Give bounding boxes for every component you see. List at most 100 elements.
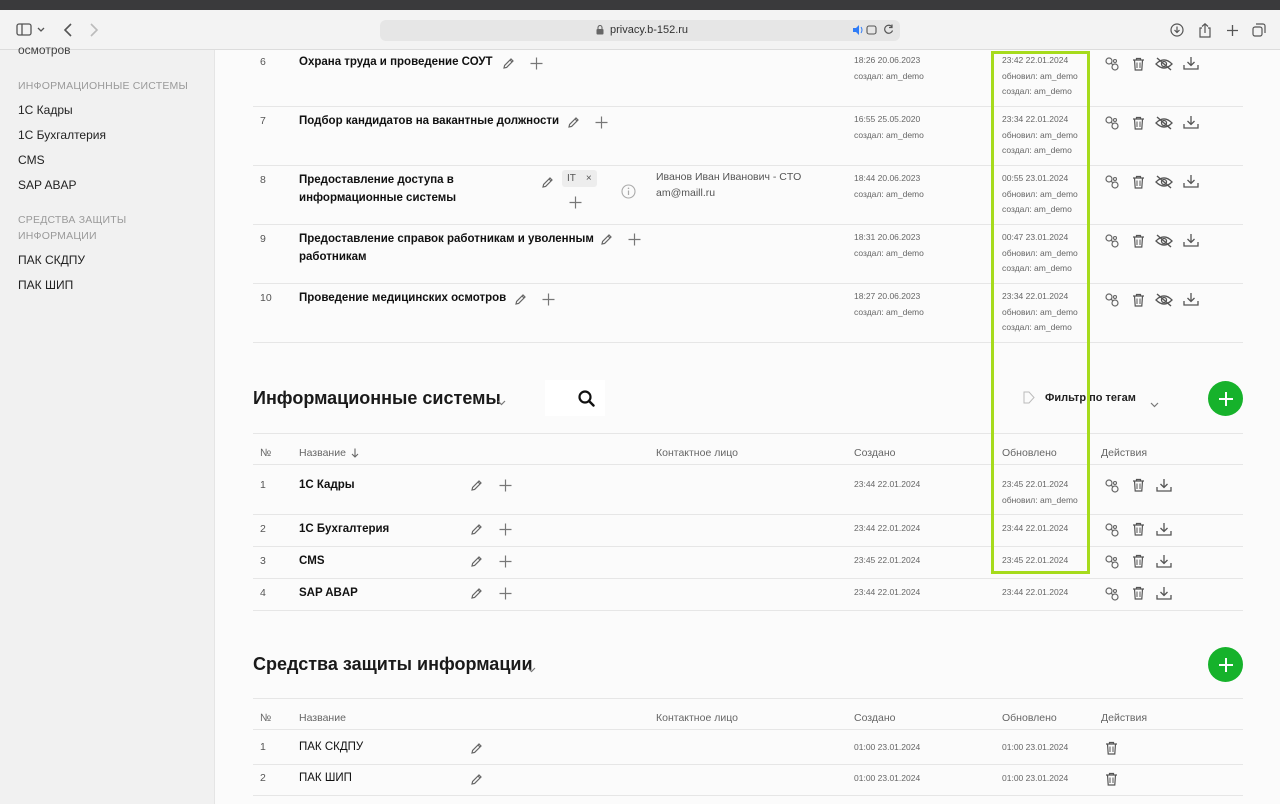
sidebar-item-cut[interactable]: осмотров: [18, 43, 71, 57]
row-name[interactable]: 1С Кадры: [299, 476, 355, 494]
download-icon[interactable]: [1183, 291, 1199, 307]
edit-icon[interactable]: [565, 114, 581, 130]
sidebar-section-szi-line1: СРЕДСТВА ЗАЩИТЫ: [18, 214, 127, 226]
link-icon[interactable]: [1104, 522, 1120, 538]
contact-person: Иванов Иван Иванович - CTO am@maill.ru: [656, 169, 801, 201]
tab-overview-icon[interactable]: [1250, 18, 1268, 42]
add-tag-icon[interactable]: [626, 231, 642, 247]
eye-off-icon[interactable]: [1154, 56, 1174, 72]
row-name[interactable]: Охрана труда и проведение СОУТ: [299, 53, 493, 71]
download-icon[interactable]: [1156, 553, 1172, 569]
row-name[interactable]: CMS: [299, 552, 325, 570]
link-icon[interactable]: [1104, 478, 1120, 494]
row-name[interactable]: SAP ABAP: [299, 584, 358, 602]
header-name[interactable]: Название: [299, 447, 346, 459]
trash-icon[interactable]: [1130, 585, 1146, 601]
row-name[interactable]: Предоставление доступа в информационные с…: [299, 171, 456, 207]
filter-by-tags[interactable]: Фильтр по тегам: [1045, 392, 1136, 404]
eye-off-icon[interactable]: [1154, 292, 1174, 308]
eye-off-icon[interactable]: [1154, 174, 1174, 190]
sidebar-item-sap[interactable]: SAP ABAP: [18, 178, 76, 192]
download-icon[interactable]: [1156, 521, 1172, 537]
add-tag-icon[interactable]: [528, 55, 544, 71]
edit-icon[interactable]: [539, 174, 555, 190]
row-name[interactable]: Проведение медицинских осмотров: [299, 289, 506, 307]
trash-icon[interactable]: [1130, 233, 1146, 249]
link-icon[interactable]: [1104, 174, 1120, 190]
link-icon[interactable]: [1104, 554, 1120, 570]
add-tag-icon[interactable]: [497, 477, 513, 493]
row-name[interactable]: ПАК СКДПУ: [299, 738, 363, 756]
trash-icon[interactable]: [1103, 771, 1119, 787]
info-icon[interactable]: [620, 183, 636, 199]
edit-icon[interactable]: [468, 553, 484, 569]
eye-off-icon[interactable]: [1154, 233, 1174, 249]
trash-icon[interactable]: [1130, 553, 1146, 569]
header-name[interactable]: Название: [299, 712, 346, 724]
add-tag-icon[interactable]: [593, 114, 609, 130]
row-name[interactable]: Предоставление справок работникам и увол…: [299, 230, 594, 266]
row-name-line1: Проведение медицинских осмотров: [299, 292, 507, 304]
trash-icon[interactable]: [1130, 292, 1146, 308]
sidebar-item-pak-skdpu[interactable]: ПАК СКДПУ: [18, 253, 85, 267]
trash-icon[interactable]: [1130, 115, 1146, 131]
trash-icon[interactable]: [1130, 174, 1146, 190]
row-number: 7: [260, 115, 266, 127]
sidebar-item-cms[interactable]: CMS: [18, 153, 45, 167]
edit-icon[interactable]: [468, 585, 484, 601]
sort-arrow-down-icon[interactable]: [347, 445, 363, 461]
edit-icon[interactable]: [512, 291, 528, 307]
sidebar-item-pak-ship[interactable]: ПАК ШИП: [18, 278, 73, 292]
add-tag-icon[interactable]: [497, 585, 513, 601]
edit-icon[interactable]: [500, 55, 516, 71]
filter-chevron-icon[interactable]: [1150, 395, 1159, 413]
edit-icon[interactable]: [468, 771, 484, 787]
search-button[interactable]: [545, 380, 605, 416]
link-icon[interactable]: [1104, 586, 1120, 602]
trash-icon[interactable]: [1130, 521, 1146, 537]
tag-badge[interactable]: IT ×: [562, 170, 597, 187]
link-icon[interactable]: [1104, 115, 1120, 131]
edit-icon[interactable]: [598, 231, 614, 247]
edit-icon[interactable]: [468, 740, 484, 756]
add-tag-icon[interactable]: [497, 553, 513, 569]
row-number: 10: [260, 292, 272, 304]
reload-icon[interactable]: [883, 24, 894, 38]
eye-off-icon[interactable]: [1154, 115, 1174, 131]
download-icon[interactable]: [1156, 477, 1172, 493]
new-tab-icon[interactable]: [1223, 18, 1241, 42]
download-icon[interactable]: [1183, 114, 1199, 130]
downloads-icon[interactable]: [1168, 18, 1186, 42]
szi-collapse-chevron-icon[interactable]: [527, 660, 536, 678]
row-name[interactable]: Подбор кандидатов на вакантные должности: [299, 112, 559, 130]
trash-icon[interactable]: [1130, 56, 1146, 72]
edit-icon[interactable]: [468, 521, 484, 537]
forward-icon[interactable]: [86, 18, 102, 42]
add-szi-button[interactable]: [1208, 647, 1243, 682]
sidebar-toggle-icon[interactable]: [14, 18, 48, 42]
sidebar-item-1c-buh[interactable]: 1С Бухгалтерия: [18, 128, 106, 142]
link-icon[interactable]: [1104, 233, 1120, 249]
share-icon[interactable]: [1196, 18, 1214, 42]
add-tag-icon[interactable]: [497, 521, 513, 537]
download-icon[interactable]: [1156, 585, 1172, 601]
link-icon[interactable]: [1104, 292, 1120, 308]
sidebar-item-1c-kadry[interactable]: 1С Кадры: [18, 103, 73, 117]
back-icon[interactable]: [60, 18, 76, 42]
row-name[interactable]: ПАК ШИП: [299, 769, 352, 787]
download-icon[interactable]: [1183, 173, 1199, 189]
address-bar[interactable]: privacy.b-152.ru: [380, 20, 900, 41]
download-icon[interactable]: [1183, 232, 1199, 248]
add-tag-icon[interactable]: [540, 291, 556, 307]
audio-icon[interactable]: [852, 24, 878, 39]
add-is-button[interactable]: [1208, 381, 1243, 416]
row-name[interactable]: 1С Бухгалтерия: [299, 520, 389, 538]
link-icon[interactable]: [1104, 56, 1120, 72]
add-tag-icon[interactable]: [567, 194, 583, 210]
is-collapse-chevron-icon[interactable]: [497, 393, 506, 411]
trash-icon[interactable]: [1103, 740, 1119, 756]
tag-close-icon[interactable]: ×: [586, 173, 592, 184]
edit-icon[interactable]: [468, 477, 484, 493]
trash-icon[interactable]: [1130, 477, 1146, 493]
download-icon[interactable]: [1183, 55, 1199, 71]
